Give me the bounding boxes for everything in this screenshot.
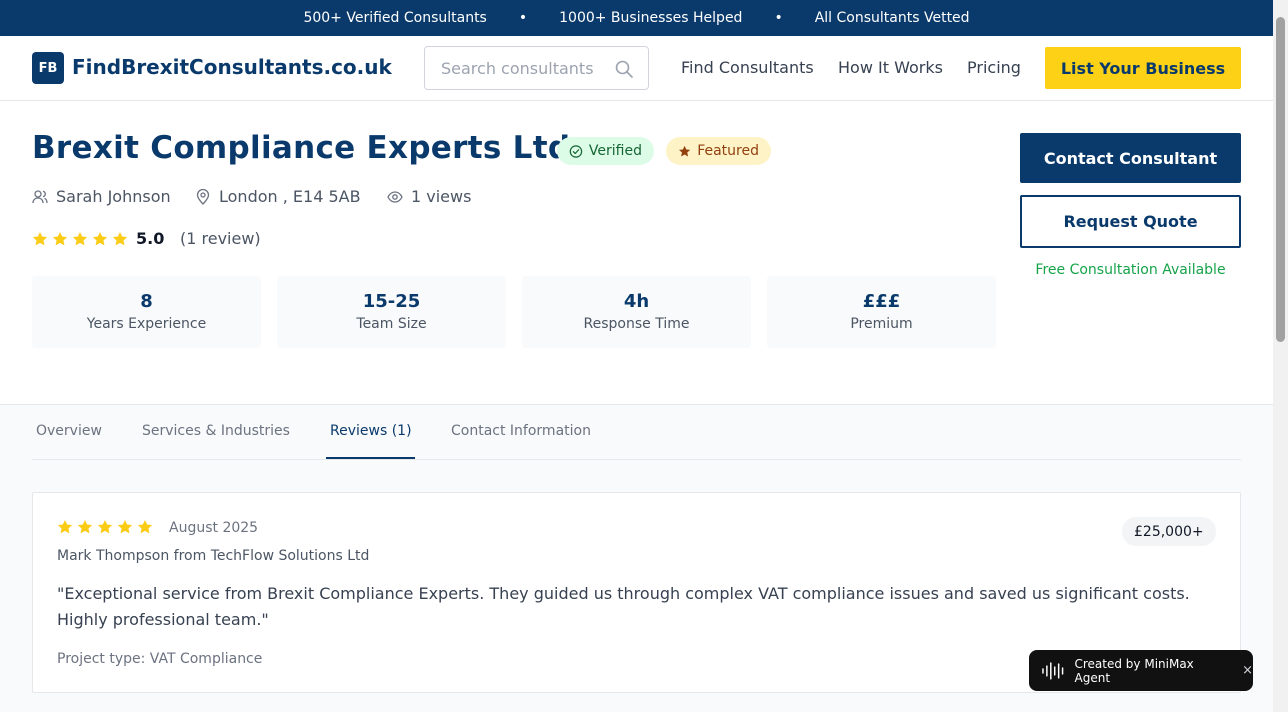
star-icon — [678, 145, 691, 156]
user-icon — [32, 189, 48, 203]
site-logo-text[interactable]: FindBrexitConsultants.co.uk — [72, 55, 392, 79]
star-icon — [137, 519, 153, 534]
banner-item-consultants: 500+ Verified Consultants — [303, 10, 487, 26]
rating-stars — [32, 231, 128, 247]
contact-person: Sarah Johnson — [32, 187, 171, 206]
scrollbar-thumb[interactable] — [1276, 17, 1285, 342]
stat-label: Premium — [850, 316, 913, 332]
list-business-button[interactable]: List Your Business — [1045, 47, 1241, 89]
page-scrollbar[interactable] — [1273, 0, 1288, 712]
waveform-icon — [1042, 661, 1064, 680]
banner-item-vetted: All Consultants Vetted — [814, 10, 970, 26]
star-icon — [97, 519, 113, 534]
stat-value: £££ — [862, 291, 901, 312]
banner-separator: • — [518, 10, 528, 26]
view-count: 1 views — [387, 187, 471, 206]
nav-pricing[interactable]: Pricing — [967, 58, 1021, 77]
star-icon — [72, 231, 88, 246]
search-input[interactable] — [425, 47, 615, 89]
contact-person-name: Sarah Johnson — [56, 187, 171, 206]
contact-consultant-button[interactable]: Contact Consultant — [1020, 133, 1241, 183]
request-quote-button[interactable]: Request Quote — [1020, 195, 1241, 248]
search-box — [424, 46, 649, 90]
star-icon — [92, 231, 108, 246]
banner-separator: • — [774, 10, 783, 26]
stat-value: 8 — [140, 291, 153, 312]
free-consultation-note: Free Consultation Available — [1035, 262, 1226, 278]
star-icon — [32, 231, 48, 246]
verified-badge-label: Verified — [588, 143, 642, 159]
active-tab-indicator — [326, 457, 415, 459]
star-icon — [112, 231, 128, 246]
nav-how-it-works[interactable]: How It Works — [838, 58, 943, 77]
stat-years-experience: 8 Years Experience — [32, 276, 261, 348]
location-text: London , E14 5AB — [219, 187, 361, 206]
map-pin-icon — [196, 188, 210, 205]
minimax-agent-toast: Created by MiniMax Agent × — [1029, 650, 1253, 691]
consultant-name: Brexit Compliance Experts Ltd — [32, 130, 571, 166]
location: London , E14 5AB — [195, 187, 361, 206]
view-count-text: 1 views — [411, 187, 472, 206]
review-stars — [57, 519, 153, 535]
star-icon — [52, 231, 68, 246]
review-date: August 2025 — [169, 520, 259, 536]
stat-label: Team Size — [356, 316, 427, 332]
stat-label: Years Experience — [86, 316, 207, 332]
tab-services-industries[interactable]: Services & Industries — [142, 423, 290, 439]
review-text: "Exceptional service from Brexit Complia… — [57, 584, 1190, 629]
logo-icon[interactable]: FB — [32, 52, 64, 84]
featured-badge-label: Featured — [697, 143, 759, 159]
tab-reviews[interactable]: Reviews (1) — [330, 423, 412, 439]
featured-badge: Featured — [666, 137, 771, 165]
tab-bar: Overview Services & Industries Reviews (… — [32, 405, 1241, 460]
tab-overview[interactable]: Overview — [36, 423, 102, 439]
toast-label: Created by MiniMax Agent — [1074, 656, 1194, 685]
star-icon — [57, 519, 73, 534]
stat-value: 4h — [623, 291, 650, 312]
review-author: Mark Thompson from TechFlow Solutions Lt… — [57, 548, 370, 564]
eye-icon — [387, 190, 403, 203]
star-icon — [77, 519, 93, 534]
banner-item-businesses: 1000+ Businesses Helped — [559, 10, 743, 26]
search-icon[interactable] — [614, 59, 634, 79]
stat-team-size: 15-25 Team Size — [277, 276, 506, 348]
stat-value: 15-25 — [362, 291, 421, 312]
top-banner: 500+ Verified Consultants • 1000+ Busine… — [0, 0, 1273, 36]
tab-contact-information[interactable]: Contact Information — [451, 423, 591, 439]
star-icon — [117, 519, 133, 534]
rating-value: 5.0 — [136, 229, 165, 248]
close-icon[interactable]: × — [1242, 663, 1253, 678]
project-budget-badge: £25,000+ — [1122, 517, 1216, 546]
project-type: Project type: VAT Compliance — [57, 651, 263, 667]
stat-label: Response Time — [583, 316, 690, 332]
site-header: FB FindBrexitConsultants.co.uk Find Cons… — [0, 36, 1273, 101]
stat-response-time: 4h Response Time — [522, 276, 751, 348]
stat-price-tier: £££ Premium — [767, 276, 996, 348]
verified-badge: Verified — [557, 137, 654, 165]
review-count: (1 review) — [180, 229, 261, 248]
nav-find-consultants[interactable]: Find Consultants — [681, 58, 814, 77]
check-circle-icon — [569, 144, 583, 158]
